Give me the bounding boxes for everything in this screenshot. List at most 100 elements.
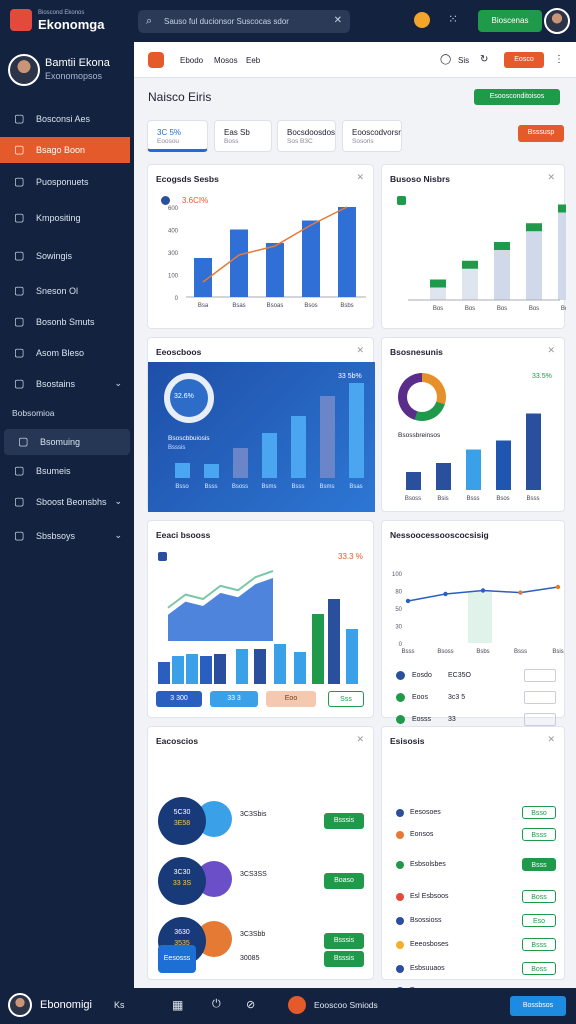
status-dot <box>396 861 404 869</box>
app-icon[interactable] <box>288 996 306 1014</box>
bar <box>266 243 284 297</box>
bar <box>349 383 364 478</box>
tab-mosos[interactable]: Mosos <box>214 56 238 65</box>
bar <box>406 472 421 490</box>
area-series <box>168 578 273 641</box>
row-button[interactable]: Bsssis <box>324 813 364 829</box>
sidebar-item-1[interactable]: ▢ Bsago Boon <box>0 137 130 163</box>
avatar[interactable] <box>544 8 570 34</box>
footer-button[interactable]: Bsssis <box>324 951 364 967</box>
sidebar-item-6[interactable]: ▢ Bosonb Smuts <box>0 309 134 335</box>
apps-grid-icon[interactable]: ⁙ <box>448 12 458 26</box>
x-tick: Bsms <box>262 484 277 490</box>
card-bar-progress: Busoso Nisbrs ✕ BosBosBosBosBos <box>381 164 566 329</box>
sidebar-item-b0[interactable]: ▢ Bsomuing <box>4 429 130 455</box>
bar <box>200 656 212 684</box>
bottom-button[interactable]: Bossbsos <box>510 996 566 1016</box>
sidebar-item-b3[interactable]: ▢ Sbsbsoys ⌄ <box>0 523 134 549</box>
tab-0[interactable]: 3C 5% Eoosou <box>147 120 208 152</box>
point <box>480 588 486 593</box>
page-title: Naisco Eiris <box>148 90 212 104</box>
chip-3[interactable]: Eoo <box>266 691 316 707</box>
close-icon[interactable]: ✕ <box>547 734 555 745</box>
book-icon: ▢ <box>14 316 25 328</box>
sidebar-item-8[interactable]: ▢ Bsostains ⌄ <box>0 371 134 397</box>
more-icon[interactable]: ⋮ <box>554 54 564 65</box>
circle-stat: 3C30 33 3S <box>158 857 206 905</box>
tabs-button[interactable]: Bsssusp <box>518 125 564 142</box>
row-toggle[interactable]: Boss <box>522 962 556 975</box>
tab-2[interactable]: Bocsdoosdos Sos B3C <box>277 120 336 152</box>
row-toggle[interactable]: Bsss <box>522 858 556 871</box>
row-toggle[interactable]: Bsso <box>522 806 556 819</box>
subbar-action-button[interactable]: Eosco <box>504 52 544 68</box>
sidebar-item-0[interactable]: ▢ Bosconsi Aes <box>0 106 134 132</box>
bar <box>172 656 184 684</box>
chip-4[interactable]: Sss <box>328 691 364 707</box>
row-toggle[interactable] <box>524 669 556 682</box>
row-button[interactable]: Boaso <box>324 873 364 889</box>
highlight-band <box>468 591 492 643</box>
tab-ebodo[interactable]: Ebodo <box>180 56 203 65</box>
sidebar-item-label: Asom Bleso <box>36 348 85 358</box>
row-toggle[interactable]: Bsss <box>522 828 556 841</box>
top-action-button[interactable]: Esoosconditoisos <box>474 89 560 105</box>
bar <box>466 449 481 490</box>
x-tick: Bsis <box>437 496 448 502</box>
box-icon: ▢ <box>14 285 25 297</box>
chip-1[interactable]: 3 300 <box>156 691 202 707</box>
row-label: Eoos <box>412 694 428 701</box>
bar <box>526 413 541 490</box>
sidebar-item-b2[interactable]: ▢ Sboost Beonsbhs ⌄ <box>0 489 134 515</box>
refresh-icon[interactable]: ↻ <box>480 54 488 65</box>
circle-stat: 5C30 3E58 <box>158 797 206 845</box>
chat-icon[interactable]: ◯ <box>440 54 451 65</box>
x-tick: Bsss <box>514 649 527 655</box>
sidebar-item-4[interactable]: ▢ Sowingis <box>0 243 134 269</box>
user-name: Bamtii Ekona <box>45 57 110 69</box>
close-icon[interactable]: ✕ <box>356 734 364 745</box>
y-tick: 0 <box>175 296 179 302</box>
sidebar-item-label: Bsago Boon <box>36 145 86 155</box>
link-icon[interactable]: ⊘ <box>246 998 255 1011</box>
row-toggle[interactable]: Boss <box>522 890 556 903</box>
status-dot <box>396 917 404 925</box>
row-value: EC35O <box>448 672 471 679</box>
close-icon[interactable]: ✕ <box>334 15 342 26</box>
power-icon[interactable]: ⏻ <box>212 998 221 1011</box>
tool-label[interactable]: Sis <box>458 56 469 65</box>
tab-1[interactable]: Eas Sb Boss <box>214 120 272 152</box>
sidebar-item-7[interactable]: ▢ Asom Bleso <box>0 340 134 366</box>
x-tick: Bsas <box>349 484 362 490</box>
app-icon[interactable] <box>148 52 164 68</box>
bottom-avatar[interactable] <box>8 993 32 1017</box>
row-value: 3c3 5 <box>448 694 466 701</box>
sidebar-item-2[interactable]: ▢ Puosponuets <box>0 169 134 195</box>
row-toggle[interactable]: Eso <box>522 914 556 927</box>
search-input[interactable]: Sauso ful ducionsor Suscocas sdor <box>164 17 289 26</box>
row-toggle[interactable] <box>524 713 556 726</box>
tab-3[interactable]: Eooscodvorsr Sosoris <box>342 120 402 152</box>
sidebar-item-b1[interactable]: ▢ Bsumeis <box>0 458 134 484</box>
bar <box>254 649 266 684</box>
qr-icon[interactable]: ▦ <box>172 998 183 1012</box>
bar <box>233 448 248 478</box>
header-action-button[interactable]: Bioscenas <box>478 10 542 32</box>
footer-box[interactable]: Eesosss <box>158 945 196 973</box>
bar-cap <box>430 279 446 288</box>
notification-icon[interactable] <box>414 12 430 28</box>
document-icon: ▢ <box>14 113 25 125</box>
sidebar-item-5[interactable]: ▢ Sneson Ol <box>0 278 134 304</box>
row-toggle[interactable] <box>524 691 556 704</box>
row-toggle[interactable]: Bsss <box>522 938 556 951</box>
sidebar-item-3[interactable]: ▢ Kmpositing <box>0 205 134 231</box>
row-label: Eosss <box>412 716 432 723</box>
search-bar[interactable]: ⌕ Sauso ful ducionsor Suscocas sdor ✕ <box>138 10 350 33</box>
list-icon: ▢ <box>14 250 25 262</box>
x-tick: Bos <box>529 306 539 312</box>
tab-eeb[interactable]: Eeb <box>246 56 260 65</box>
row-label: Eesosoes <box>410 809 441 816</box>
chip-2[interactable]: 33 3 <box>210 691 258 707</box>
card-settings-list: Esisosis ✕ Eesosoes Bsso Eonsos Bsss Esbsols… <box>381 726 565 1015</box>
row-button[interactable]: Bsssis <box>324 933 364 949</box>
